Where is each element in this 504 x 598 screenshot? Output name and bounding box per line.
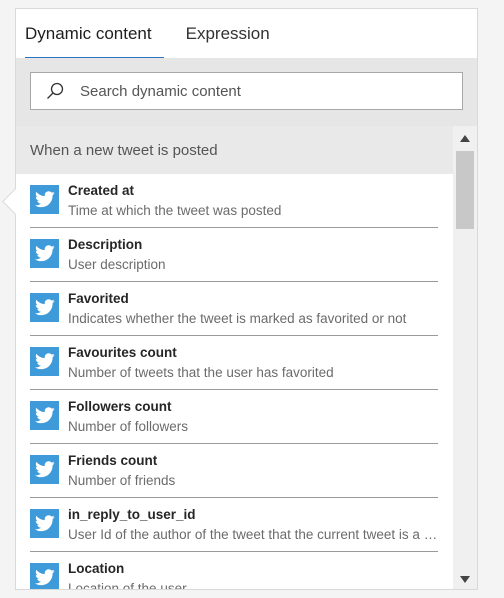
search-input[interactable] — [78, 81, 442, 101]
search-area — [16, 58, 477, 126]
search-icon — [45, 81, 65, 101]
item-description: Number of tweets that the user has favor… — [68, 365, 334, 380]
tab-expression[interactable]: Expression — [186, 9, 282, 58]
scroll-thumb[interactable] — [456, 151, 474, 229]
list-item[interactable]: Created at Time at which the tweet was p… — [30, 174, 438, 228]
section-header: When a new tweet is posted — [16, 126, 454, 174]
list-item[interactable]: Favorited Indicates whether the tweet is… — [30, 282, 438, 336]
item-description: Number of followers — [68, 419, 189, 434]
scrollbar[interactable] — [453, 126, 477, 589]
item-description: Location of the user — [68, 581, 187, 590]
item-title: Friends count — [68, 453, 158, 468]
list-item[interactable]: Favourites count Number of tweets that t… — [30, 336, 438, 390]
item-description: Time at which the tweet was posted — [68, 203, 282, 218]
item-title: Location — [68, 561, 125, 576]
tab-bar: Dynamic content Expression — [16, 9, 477, 59]
dynamic-content-list: When a new tweet is posted Created at Ti… — [16, 126, 454, 590]
tab-dynamic-content[interactable]: Dynamic content — [25, 9, 164, 59]
twitter-icon — [30, 185, 59, 214]
arrow-down-icon — [460, 575, 470, 583]
scroll-down-button[interactable] — [453, 569, 477, 589]
scroll-up-button[interactable] — [453, 128, 477, 148]
twitter-icon — [30, 239, 59, 268]
twitter-icon — [30, 563, 59, 589]
twitter-icon — [30, 347, 59, 376]
list-item[interactable]: Followers count Number of followers — [30, 390, 438, 444]
arrow-up-icon — [460, 134, 470, 142]
twitter-icon — [30, 509, 59, 538]
item-description: User description — [68, 257, 166, 272]
list-item[interactable]: in_reply_to_user_id User Id of the autho… — [30, 498, 438, 552]
dynamic-content-panel: Dynamic content Expression When a new tw… — [15, 8, 478, 590]
item-description: User Id of the author of the tweet that … — [68, 527, 438, 542]
item-description: Number of friends — [68, 473, 176, 488]
twitter-icon — [30, 455, 59, 484]
list-item[interactable]: Location Location of the user — [30, 552, 438, 590]
item-title: Favorited — [68, 291, 129, 306]
twitter-icon — [30, 401, 59, 430]
item-description: Indicates whether the tweet is marked as… — [68, 311, 407, 326]
list-item[interactable]: Friends count Number of friends — [30, 444, 438, 498]
item-title: Favourites count — [68, 345, 177, 360]
item-title: Created at — [68, 183, 135, 198]
item-title: Followers count — [68, 399, 172, 414]
twitter-icon — [30, 293, 59, 322]
item-title: Description — [68, 237, 143, 252]
item-list: Created at Time at which the tweet was p… — [16, 174, 454, 590]
pointer-cover — [16, 185, 30, 217]
item-title: in_reply_to_user_id — [68, 507, 196, 522]
list-item[interactable]: Description User description — [30, 228, 438, 282]
search-box[interactable] — [30, 72, 463, 110]
